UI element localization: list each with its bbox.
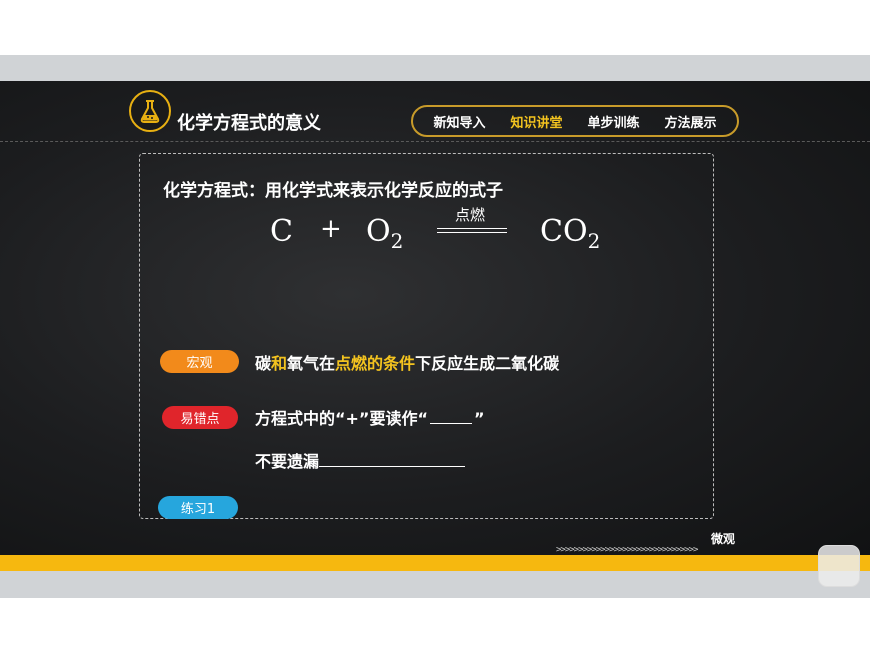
- flask-icon: [129, 90, 171, 132]
- error-line-2: 不要遗漏: [255, 448, 466, 472]
- bottom-gray-band: [0, 571, 870, 598]
- error-line-1: 方程式中的“+”要读作“”: [255, 409, 485, 428]
- nav-item-lecture[interactable]: 知识讲堂: [510, 112, 562, 131]
- answer-blank-short[interactable]: [429, 423, 472, 424]
- exercise-1-button[interactable]: 练习1: [158, 496, 238, 519]
- page-title: 化学方程式的意义: [177, 113, 321, 134]
- chemical-equation: C + O2 点燃 CO2: [140, 154, 715, 254]
- macro-description: 碳和氧气在点燃的条件下反应生成二氧化碳: [255, 354, 560, 373]
- chalkboard: 化学方程式的意义 新知导入 知识讲堂 单步训练 方法展示 化学方程式：用化学式来…: [0, 81, 870, 555]
- answer-blank-long[interactable]: [319, 466, 466, 467]
- header-divider: [0, 141, 870, 142]
- eq-line-bottom: [437, 232, 507, 233]
- eq-product-co2: CO2: [540, 214, 601, 253]
- eq-line-top: [437, 228, 507, 229]
- top-gray-band: [0, 55, 870, 81]
- error-tag: 易错点: [162, 406, 238, 429]
- eq-condition: 点燃: [455, 207, 486, 224]
- eq-reactant-c: C: [270, 214, 293, 249]
- eq-reactant-o2: O2: [366, 214, 404, 253]
- section-nav: 新知导入 知识讲堂 单步训练 方法展示: [411, 105, 739, 137]
- nav-item-new-knowledge[interactable]: 新知导入: [433, 112, 485, 131]
- chevron-strip: >>>>>>>>>>>>>>>>>>>>>>>>>>>>>>>>: [556, 545, 698, 555]
- nav-item-training[interactable]: 单步训练: [587, 112, 639, 131]
- micro-label: 微观: [711, 532, 736, 546]
- eq-plus: +: [320, 214, 342, 244]
- content-panel: 化学方程式：用化学式来表示化学反应的式子 C + O2 点燃 CO2 宏观 碳和…: [139, 153, 714, 519]
- nav-item-methods[interactable]: 方法展示: [664, 112, 716, 131]
- floating-action-button[interactable]: [818, 545, 860, 587]
- macro-tag: 宏观: [160, 350, 239, 373]
- yellow-stripe: [0, 555, 870, 571]
